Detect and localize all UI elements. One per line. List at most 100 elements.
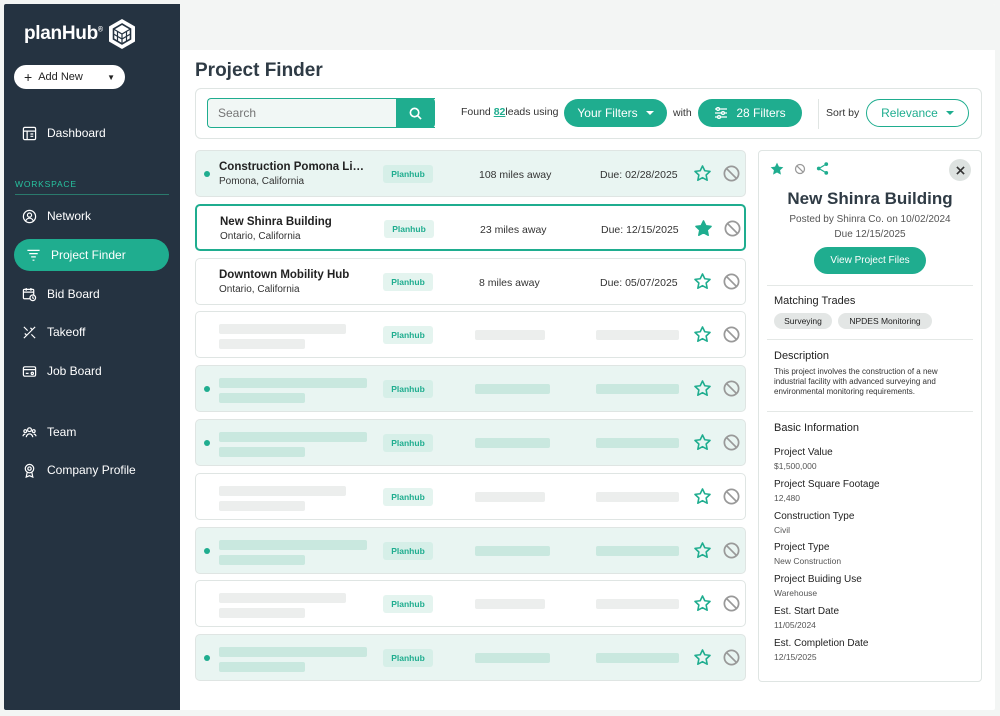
loading-placeholder (219, 593, 346, 604)
star-icon[interactable] (693, 433, 712, 452)
sort-by-label: Sort by (826, 107, 860, 119)
unread-dot (204, 547, 210, 554)
sidebar-item-job-board[interactable]: Job Board (14, 355, 169, 387)
loading-placeholder (219, 324, 346, 335)
star-icon[interactable] (693, 164, 712, 183)
toolbar-divider (818, 99, 819, 129)
sort-dropdown[interactable]: Relevance (866, 99, 969, 127)
loading-placeholder (475, 653, 550, 664)
block-icon[interactable] (722, 379, 741, 398)
caret-down-icon (645, 111, 654, 115)
add-new-button[interactable]: + Add New ▼ (14, 65, 125, 89)
project-row[interactable]: Planhub (195, 419, 746, 466)
loading-placeholder (475, 545, 550, 556)
block-icon[interactable] (722, 594, 741, 613)
sidebar-item-bid-board[interactable]: Bid Board (14, 278, 169, 310)
info-value: 12,480 (774, 492, 800, 503)
source-tag: Planhub (383, 272, 433, 291)
source-tag: Planhub (383, 649, 433, 668)
source-tag: Planhub (383, 434, 433, 452)
loading-placeholder (596, 599, 679, 610)
unread-dot (204, 171, 210, 177)
project-row[interactable]: Downtown Mobility Hub Ontario, California… (195, 257, 746, 305)
loading-placeholder (219, 539, 367, 550)
star-filled-icon[interactable] (694, 219, 713, 238)
divider (767, 285, 973, 286)
star-icon[interactable] (693, 325, 712, 344)
loading-placeholder (475, 330, 545, 341)
info-value: 11/05/2024 (774, 620, 816, 630)
divider (767, 339, 973, 340)
info-value: Civil (774, 524, 791, 535)
block-icon[interactable] (722, 272, 741, 291)
with-label: with (673, 107, 692, 119)
star-icon[interactable] (693, 541, 712, 560)
sidebar-item-takeoff[interactable]: Takeoff (14, 316, 169, 348)
project-due-date: Due: 12/15/2025 (601, 223, 679, 236)
loading-placeholder (219, 554, 305, 565)
description-heading: Description (774, 350, 830, 362)
sidebar-item-label: Network (47, 209, 92, 223)
search-button[interactable] (396, 98, 435, 128)
project-row[interactable]: Planhub (195, 526, 746, 574)
id-card-icon (22, 365, 37, 377)
star-icon[interactable] (693, 648, 712, 667)
logo[interactable]: planHub® (24, 18, 137, 50)
info-label: Est. Start Date (774, 606, 840, 617)
loading-placeholder (219, 608, 305, 619)
cube-logo-icon (108, 19, 135, 49)
filters-button[interactable]: 28 Filters (698, 99, 802, 127)
add-new-label: Add New (38, 71, 83, 83)
project-row[interactable]: New Shinra Building Ontario, California 23… (195, 203, 746, 251)
sidebar-item-label: Company Profile (47, 463, 136, 477)
project-title[interactable]: Downtown Mobility Hub (219, 269, 349, 281)
unread-dot (204, 655, 210, 662)
project-row[interactable]: Planhub (195, 634, 746, 682)
sidebar-item-dashboard[interactable]: Dashboard (14, 117, 169, 149)
loading-placeholder (596, 330, 679, 341)
calendar-clock-icon (22, 287, 37, 301)
block-icon[interactable] (722, 433, 741, 452)
project-row[interactable]: Planhub (195, 365, 746, 413)
star-icon[interactable] (693, 379, 712, 398)
project-row[interactable]: Construction Pomona Libr... Pomona, Calif… (195, 150, 746, 197)
block-icon[interactable] (722, 648, 741, 667)
project-distance: 108 miles away (479, 169, 552, 181)
view-project-files-button[interactable]: View Project Files (814, 247, 926, 274)
block-icon[interactable] (722, 487, 741, 506)
star-icon[interactable] (693, 594, 712, 613)
filter-toolbar: Found 82leads using Your Filters with 28… (195, 88, 982, 139)
source-tag: Planhub (383, 165, 433, 183)
project-title[interactable]: Construction Pomona Libr... (219, 161, 369, 173)
loading-placeholder (219, 500, 305, 511)
block-icon[interactable] (794, 163, 806, 175)
project-detail-panel: New Shinra Building Posted by Shinra Co.… (758, 150, 982, 682)
close-panel-button[interactable] (949, 159, 971, 181)
share-icon[interactable] (815, 161, 830, 176)
info-value: 12/15/2025 (774, 651, 817, 662)
loading-placeholder (219, 662, 305, 673)
source-tag: Planhub (383, 487, 433, 506)
sidebar-item-project-finder[interactable]: Project Finder (14, 239, 169, 271)
star-icon[interactable] (693, 487, 712, 506)
star-icon[interactable] (693, 272, 712, 291)
block-icon[interactable] (723, 219, 742, 238)
block-icon[interactable] (722, 164, 741, 183)
sidebar-item-company-profile[interactable]: Company Profile (14, 454, 169, 486)
star-filled-icon[interactable] (769, 161, 785, 177)
loading-placeholder (596, 545, 679, 556)
found-count[interactable]: 82 (494, 106, 506, 118)
sliders-icon (715, 107, 728, 119)
sidebar-item-network[interactable]: Network (14, 200, 169, 232)
project-distance: 8 miles away (479, 276, 540, 289)
block-icon[interactable] (722, 541, 741, 560)
project-row[interactable]: Planhub (195, 580, 746, 628)
project-title[interactable]: New Shinra Building (220, 216, 332, 228)
your-filters-dropdown[interactable]: Your Filters (564, 99, 667, 127)
close-icon (955, 165, 965, 175)
sidebar-item-team[interactable]: Team (14, 416, 169, 448)
project-row[interactable]: Planhub (195, 472, 746, 520)
project-row[interactable]: Planhub (195, 311, 746, 359)
block-icon[interactable] (722, 325, 741, 344)
sidebar-item-label: Project Finder (51, 248, 126, 262)
